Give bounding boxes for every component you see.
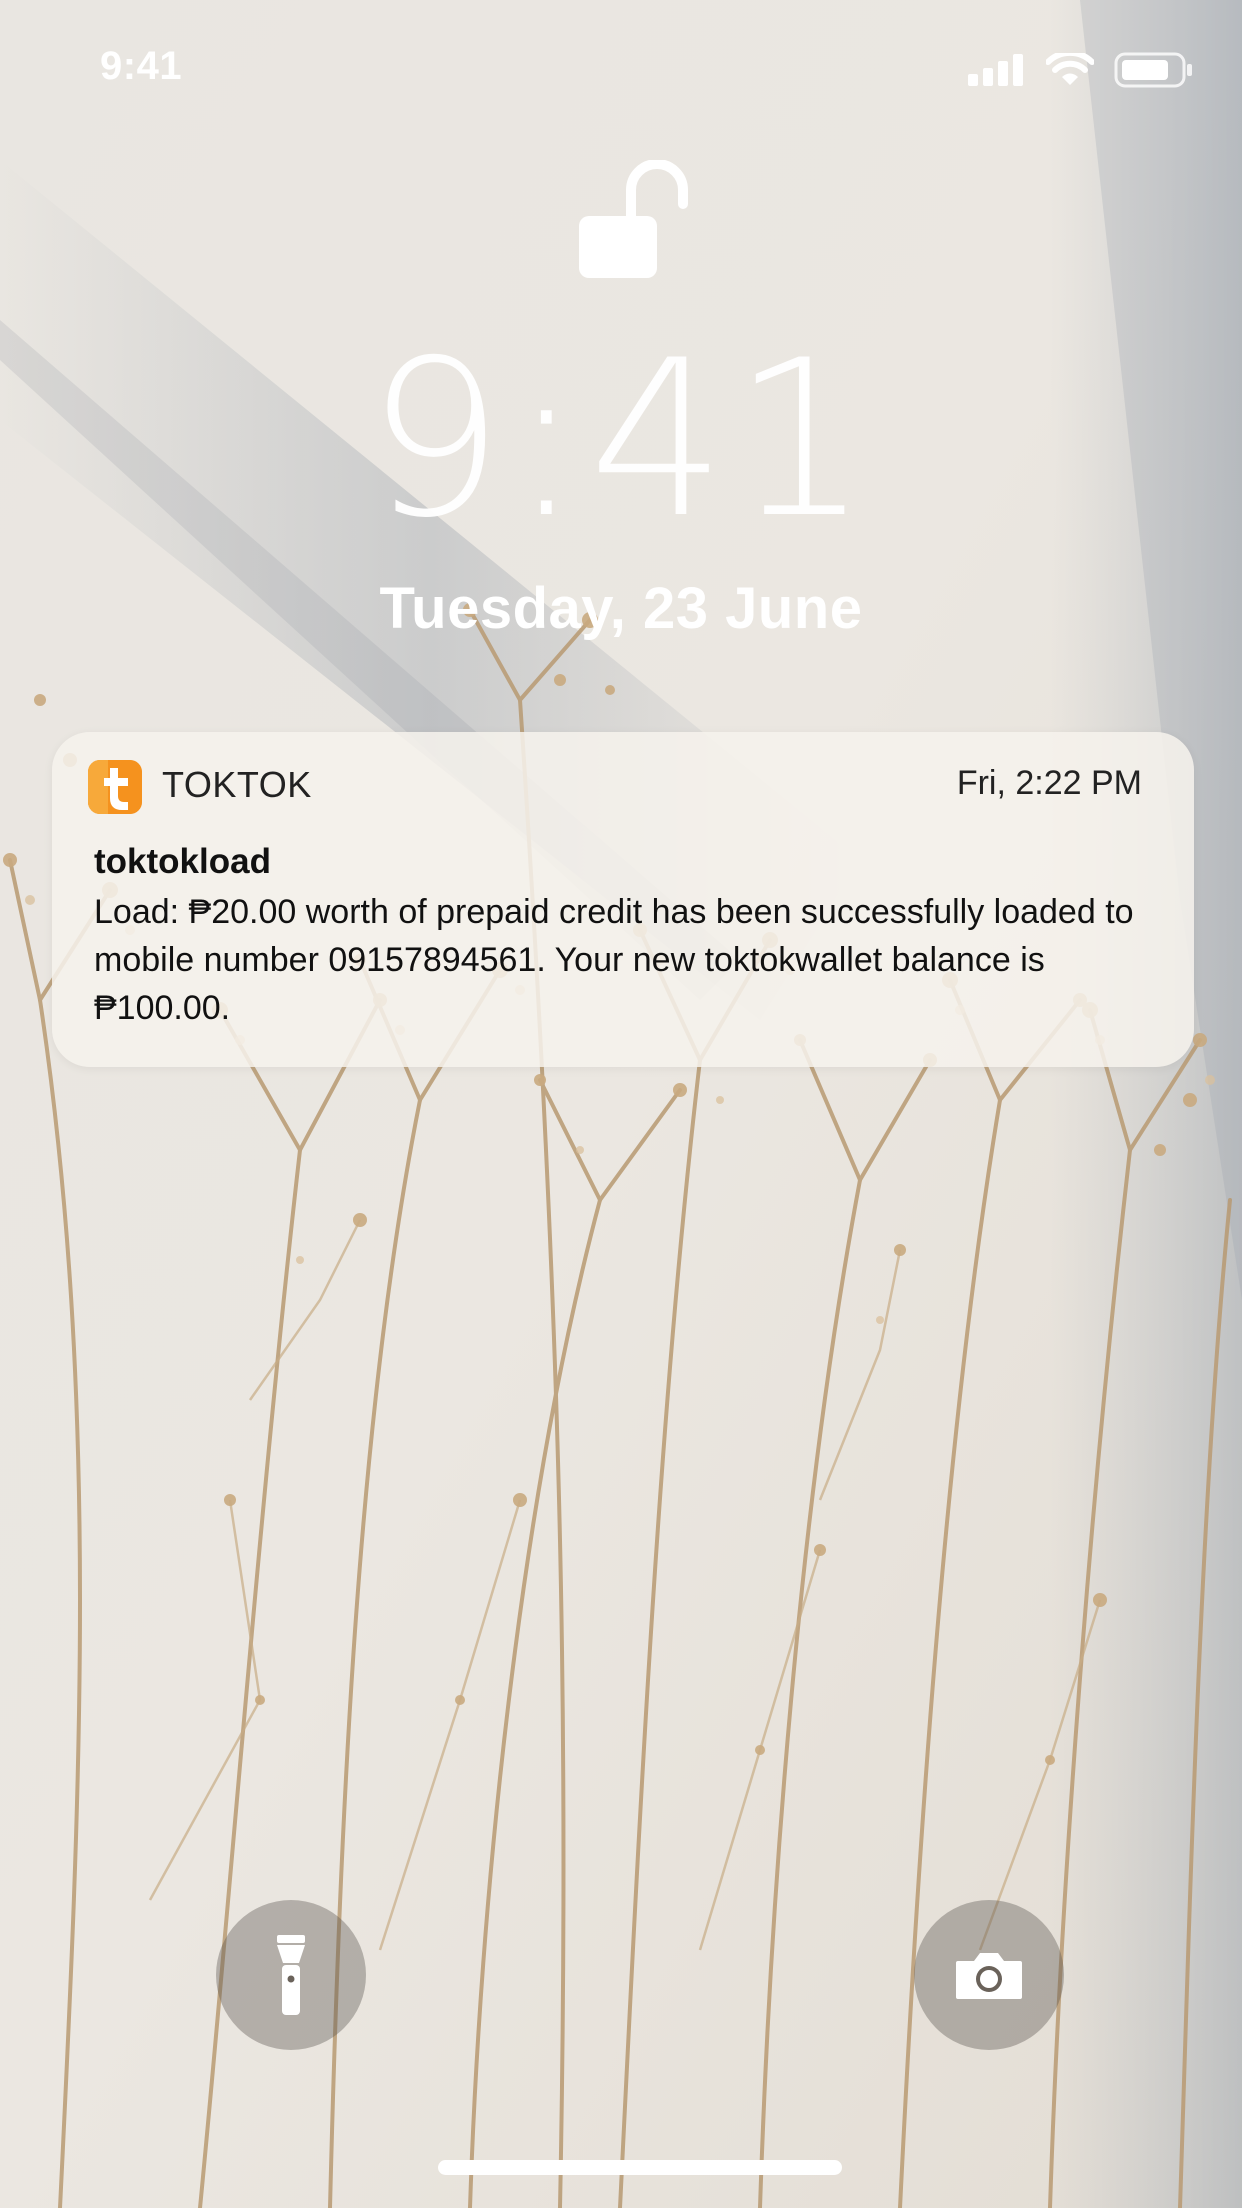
flashlight-icon xyxy=(277,1935,305,2015)
wifi-icon xyxy=(1046,53,1094,85)
notification-title: toktokload xyxy=(94,842,271,881)
notification-timestamp: Fri, 2:22 PM xyxy=(956,764,1142,802)
cellular-signal-icon xyxy=(968,54,1023,86)
notification-app-name: TOKTOK xyxy=(162,764,312,805)
notification-card[interactable]: TOKTOK Fri, 2:22 PM toktokload Load: ₱20… xyxy=(52,732,1194,1067)
notification-body: Load: ₱20.00 worth of prepaid credit has… xyxy=(94,893,1134,1027)
lock-screen-time: 9:41 xyxy=(366,314,876,565)
unlocked-padlock-icon xyxy=(579,160,688,278)
camera-icon xyxy=(956,1953,1022,1999)
camera-button[interactable] xyxy=(914,1900,1064,2050)
lock-screen: 9:41 9:41 Tuesday, 23 June TOKTOK Fri, 2… xyxy=(0,0,1242,2208)
toktok-app-icon xyxy=(88,760,142,814)
battery-icon xyxy=(1114,52,1192,88)
lock-screen-date: Tuesday, 23 June xyxy=(379,576,863,641)
status-bar-time: 9:41 xyxy=(100,44,183,88)
flashlight-button[interactable] xyxy=(216,1900,366,2050)
home-indicator[interactable] xyxy=(438,2160,842,2175)
status-bar-icons xyxy=(968,50,1194,90)
